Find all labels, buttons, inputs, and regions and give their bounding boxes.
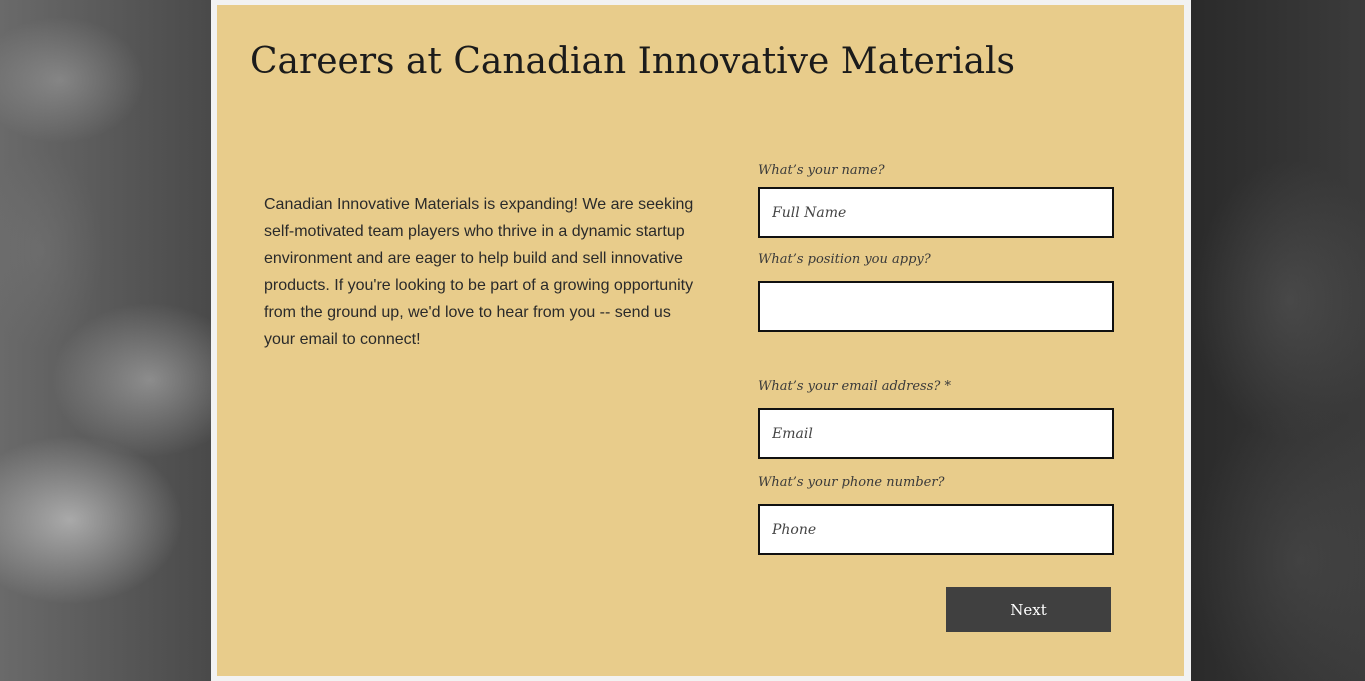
intro-paragraph: Canadian Innovative Materials is expandi… [264,196,694,348]
phone-input[interactable] [758,504,1114,555]
page-title: Careers at Canadian Innovative Materials [250,41,1016,82]
full-name-input[interactable] [758,187,1114,238]
phone-label: What’s your phone number? [758,475,945,490]
name-label: What’s your name? [758,163,885,178]
email-input[interactable] [758,408,1114,459]
next-button[interactable]: Next [946,587,1111,632]
position-input[interactable] [758,281,1114,332]
email-label: What’s your email address? * [758,379,952,394]
position-label: What’s position you appy? [758,252,931,267]
careers-panel: Careers at Canadian Innovative Materials… [217,5,1184,676]
